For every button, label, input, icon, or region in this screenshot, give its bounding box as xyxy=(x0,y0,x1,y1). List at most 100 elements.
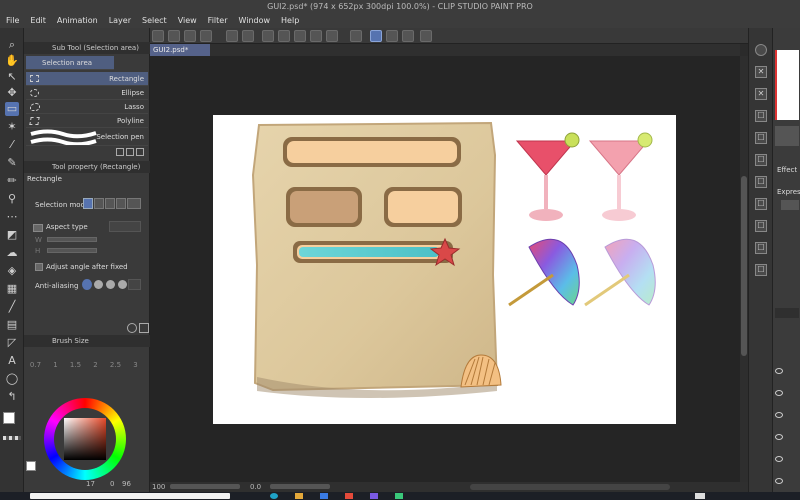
adjust-angle-checkbox[interactable] xyxy=(35,263,43,271)
document-tab[interactable]: GUI2.psd* xyxy=(150,44,210,56)
sub-tool-polyline[interactable]: Polyline xyxy=(26,114,148,128)
correct-line-icon[interactable]: ↰ xyxy=(5,390,19,404)
menu-edit[interactable]: Edit xyxy=(24,14,51,25)
quick-access-icon[interactable]: ☐ xyxy=(755,220,767,232)
airbrush-icon[interactable]: ⋯ xyxy=(5,210,19,224)
sub-tool-rectangle[interactable]: Rectangle xyxy=(26,72,148,86)
navigator-preview[interactable] xyxy=(775,50,799,120)
eye-icon[interactable] xyxy=(775,456,783,462)
menu-file[interactable]: File xyxy=(0,14,24,25)
settings-icon[interactable] xyxy=(420,30,432,42)
taskbar-app-icon[interactable] xyxy=(320,493,328,499)
vertical-scroll-thumb[interactable] xyxy=(741,176,747,356)
color-set-icon[interactable]: ☐ xyxy=(755,198,767,210)
brush-size-value[interactable]: 3 xyxy=(128,361,143,369)
figure-tool-icon[interactable]: ╱ xyxy=(5,300,19,314)
operation-tool-icon[interactable]: ↖ xyxy=(5,70,19,84)
material-icon[interactable]: ✕ xyxy=(755,88,767,100)
delete-sub-tool-icon[interactable] xyxy=(136,148,144,156)
selection-mode-new-button[interactable] xyxy=(83,198,93,209)
w-slider[interactable] xyxy=(47,237,97,242)
eye-icon[interactable] xyxy=(775,412,783,418)
selection-tool-icon[interactable]: ▭ xyxy=(5,102,19,116)
hand-tool-icon[interactable]: ✋ xyxy=(5,54,19,68)
sub-tool-selection-pen[interactable]: Selection pen xyxy=(26,128,148,146)
zoom-value[interactable]: 100 xyxy=(152,482,165,492)
eye-icon[interactable] xyxy=(775,434,783,440)
history-icon[interactable]: ☐ xyxy=(755,154,767,166)
vertical-scrollbar[interactable] xyxy=(740,56,748,482)
pen-tool-icon[interactable]: ✎ xyxy=(5,156,19,170)
menu-filter[interactable]: Filter xyxy=(202,14,233,25)
balloon-tool-icon[interactable]: ◯ xyxy=(5,372,19,386)
transform-icon[interactable] xyxy=(310,30,322,42)
taskbar-app-icon[interactable] xyxy=(345,493,353,499)
canvas-paper[interactable] xyxy=(213,115,676,424)
brush-size-value[interactable]: 1.5 xyxy=(68,361,83,369)
taskbar-app-icon[interactable] xyxy=(370,493,378,499)
fill-tool-icon[interactable]: ◈ xyxy=(5,264,19,278)
transparent-color-swatch[interactable] xyxy=(3,436,21,440)
save-icon[interactable] xyxy=(184,30,196,42)
eyedropper-icon[interactable]: ⁄ xyxy=(5,138,19,152)
anti-aliasing-medium[interactable] xyxy=(106,280,115,289)
tool-property-settings-icon[interactable] xyxy=(127,323,137,333)
tool-property-wrench-icon[interactable] xyxy=(139,323,149,333)
anti-aliasing-dropdown[interactable] xyxy=(128,279,141,290)
color-main-swatch[interactable] xyxy=(26,461,36,471)
anti-aliasing-strong[interactable] xyxy=(118,280,127,289)
undo-icon[interactable] xyxy=(226,30,238,42)
eraser-icon[interactable]: ◩ xyxy=(5,228,19,242)
eye-icon[interactable] xyxy=(775,368,783,374)
menu-select[interactable]: Select xyxy=(136,14,172,25)
menu-help[interactable]: Help xyxy=(275,14,304,25)
h-slider[interactable] xyxy=(47,248,97,253)
move-tool-icon[interactable]: ✥ xyxy=(5,86,19,100)
timeline-icon[interactable]: ☐ xyxy=(755,242,767,254)
magic-wand-icon[interactable]: ✶ xyxy=(5,120,19,134)
add-sub-tool-icon[interactable] xyxy=(116,148,124,156)
brush-size-value[interactable]: 0.7 xyxy=(28,361,43,369)
selection-mode-dropdown[interactable] xyxy=(127,198,141,209)
snap-grid-icon[interactable] xyxy=(386,30,398,42)
copy-sub-tool-icon[interactable] xyxy=(126,148,134,156)
zoom-tool-icon[interactable]: ⌕ xyxy=(5,38,19,52)
taskbar-app-icon-active[interactable] xyxy=(695,493,705,499)
eye-icon[interactable] xyxy=(775,390,783,396)
menu-window[interactable]: Window xyxy=(232,14,275,25)
saturation-value-box[interactable] xyxy=(64,418,106,460)
main-color-swatch[interactable] xyxy=(3,412,15,424)
rotation-slider[interactable] xyxy=(270,484,330,489)
sub-view-icon[interactable]: ✕ xyxy=(755,66,767,78)
sub-tool-ellipse[interactable]: Ellipse xyxy=(26,86,148,100)
auto-action-icon[interactable]: ☐ xyxy=(755,176,767,188)
menu-animation[interactable]: Animation xyxy=(51,14,103,25)
search-layer-icon[interactable]: ☐ xyxy=(755,264,767,276)
ruler-tool-icon[interactable]: ◸ xyxy=(5,336,19,350)
deselect-icon[interactable] xyxy=(262,30,274,42)
menu-layer[interactable]: Layer xyxy=(103,14,136,25)
fill-icon[interactable] xyxy=(294,30,306,42)
print-icon[interactable] xyxy=(200,30,212,42)
layer-property-icon[interactable]: ☐ xyxy=(755,132,767,144)
sub-tool-lasso[interactable]: Lasso xyxy=(26,100,148,114)
ruler-icon[interactable] xyxy=(326,30,338,42)
taskbar-app-icon[interactable] xyxy=(295,493,303,499)
snap-icon[interactable] xyxy=(350,30,362,42)
menu-view[interactable]: View xyxy=(172,14,202,25)
navigator-icon[interactable] xyxy=(755,44,767,56)
gradient-tool-icon[interactable]: ▦ xyxy=(5,282,19,296)
brush-size-value[interactable]: 1 xyxy=(48,361,63,369)
frame-tool-icon[interactable]: ▤ xyxy=(5,318,19,332)
brush-tool-icon[interactable]: ⚲ xyxy=(5,192,19,206)
anti-aliasing-none[interactable] xyxy=(82,279,92,290)
sub-tool-group[interactable]: Selection area xyxy=(26,56,114,70)
taskbar-app-icon[interactable] xyxy=(395,493,403,499)
brush-size-value[interactable]: 2 xyxy=(88,361,103,369)
horizontal-scrollbar[interactable] xyxy=(470,484,670,490)
aspect-type-dropdown[interactable] xyxy=(109,221,141,232)
snap-special-icon[interactable] xyxy=(402,30,414,42)
snap-ruler-icon[interactable] xyxy=(370,30,382,42)
new-canvas-icon[interactable] xyxy=(152,30,164,42)
open-icon[interactable] xyxy=(168,30,180,42)
